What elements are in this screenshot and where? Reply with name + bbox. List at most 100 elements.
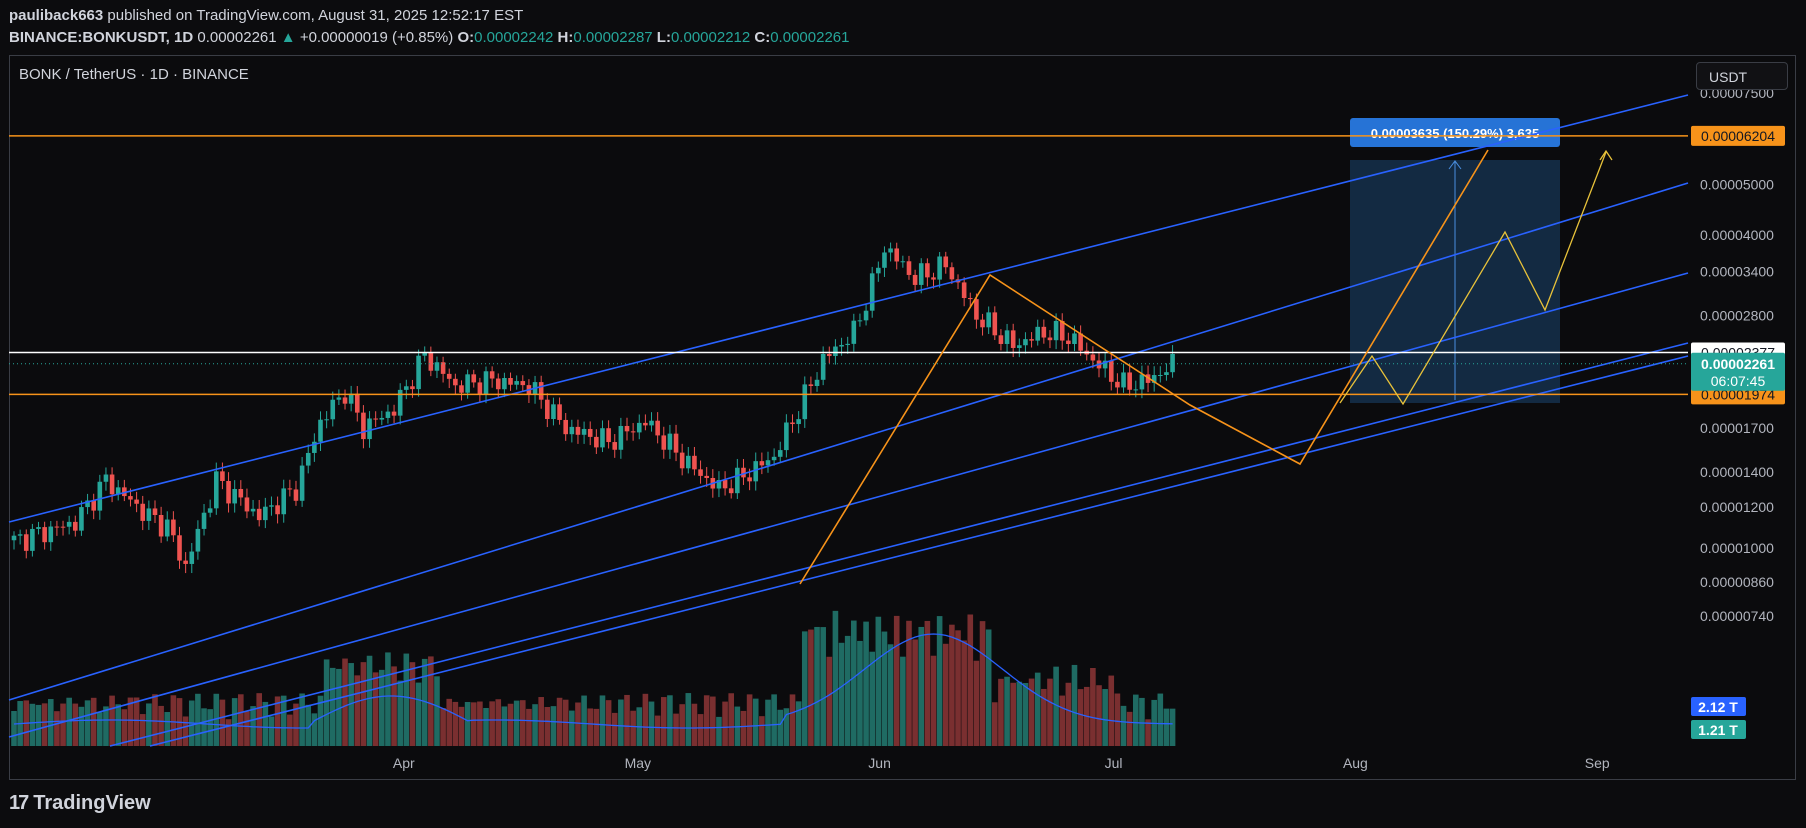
candle-body <box>925 263 930 278</box>
volume-bar <box>611 712 618 746</box>
volume-bar <box>660 697 667 746</box>
volume-bar <box>428 656 434 746</box>
volume-bar <box>299 693 305 746</box>
candle-body <box>410 386 415 390</box>
volume-bar <box>697 714 704 746</box>
tradingview-logo[interactable]: 17 TradingView <box>9 792 151 815</box>
volume-bar <box>446 698 453 746</box>
volume-bar <box>495 699 502 746</box>
candle-body <box>1115 381 1120 388</box>
candle-body <box>514 381 519 385</box>
volume-bar <box>992 702 998 746</box>
candle-body <box>263 506 268 521</box>
candle-body <box>876 267 881 274</box>
volume-bar <box>477 701 483 746</box>
candle-body <box>348 393 354 404</box>
volume-bar <box>415 682 422 746</box>
candle-body <box>250 508 256 512</box>
candle-body <box>1090 354 1096 361</box>
candle-body <box>30 528 35 551</box>
volume-bar <box>930 655 937 746</box>
candle-body <box>655 420 660 436</box>
volume-bar <box>936 616 943 746</box>
candle-body <box>109 474 115 495</box>
volume-bar <box>513 700 520 746</box>
volume-bar <box>900 656 906 746</box>
volume-bar <box>801 631 808 746</box>
candle-body <box>784 422 789 451</box>
volume-bar <box>838 642 845 746</box>
candle-body <box>269 505 274 507</box>
candle-body <box>256 508 262 521</box>
volume-bar <box>857 640 863 746</box>
volume-bar <box>746 694 753 746</box>
candle-body <box>863 310 869 321</box>
volume-bar <box>667 695 673 746</box>
candle-body <box>73 521 78 531</box>
volume-bar <box>440 708 446 746</box>
volume-bar <box>851 620 857 746</box>
candle-body <box>569 426 575 435</box>
candle-body <box>869 273 875 311</box>
candle-body <box>661 435 667 450</box>
candle-body <box>201 512 207 529</box>
volume-bar <box>599 695 606 746</box>
tradingview-logo-icon: 17 <box>9 792 29 814</box>
candle-body <box>759 461 765 466</box>
candle-body <box>900 261 906 263</box>
volume-bar <box>219 699 226 746</box>
volume-bar <box>716 716 722 746</box>
volume-bar <box>703 695 710 746</box>
volume-bar <box>409 662 416 746</box>
candle-body <box>164 519 170 537</box>
volume-bar <box>434 676 440 746</box>
candle-body <box>1010 330 1016 348</box>
candle-body <box>587 428 593 437</box>
volume-bar <box>912 639 918 746</box>
volume-bar <box>1157 693 1164 746</box>
volume-bar <box>262 701 269 746</box>
candle-body <box>97 481 103 511</box>
candle-body <box>820 354 826 380</box>
volume-bar <box>740 710 747 746</box>
candle-body <box>796 419 801 425</box>
volume-bar <box>771 694 777 746</box>
candle-body <box>453 378 458 386</box>
price-chart[interactable]: 0.00003635 (150.29%) 3,635 0.00006204 0.0… <box>0 0 1806 828</box>
candle-body <box>667 433 673 450</box>
candle-body <box>36 527 41 529</box>
volume-bar <box>985 629 992 746</box>
candle-body <box>373 418 378 420</box>
volume-bar <box>918 626 925 746</box>
volume-badge: 2.12 T <box>1698 699 1738 715</box>
current-price-text: 0.00002261 <box>1701 356 1775 372</box>
currency-button[interactable]: USDT <box>1696 62 1788 90</box>
volume-bar <box>973 660 980 746</box>
candle-body <box>342 397 348 404</box>
volume-bar <box>1102 689 1108 746</box>
candle-body <box>1047 337 1053 341</box>
candle-body <box>183 560 188 564</box>
volume-bars <box>11 610 1176 746</box>
volume-bar <box>231 698 238 746</box>
volume-bar <box>90 697 97 746</box>
volume-bar <box>942 643 949 746</box>
candle-body <box>23 534 29 551</box>
candle-body <box>636 422 642 433</box>
candle-body <box>624 425 630 432</box>
candle-body <box>943 256 949 268</box>
candle-body <box>931 277 936 280</box>
volume-bar <box>109 695 115 746</box>
volume-bar <box>519 700 526 746</box>
volume-bar <box>507 703 514 746</box>
candle-body <box>128 496 133 500</box>
volume-bar <box>1139 697 1145 746</box>
candle-body <box>1127 372 1132 390</box>
volume-bar <box>84 700 91 746</box>
volume-bar <box>808 629 814 746</box>
candle-body <box>483 371 489 395</box>
volume-bar <box>795 701 802 746</box>
volume-bar <box>238 694 244 746</box>
candle-body <box>1164 372 1169 376</box>
volume-bar <box>170 695 177 746</box>
